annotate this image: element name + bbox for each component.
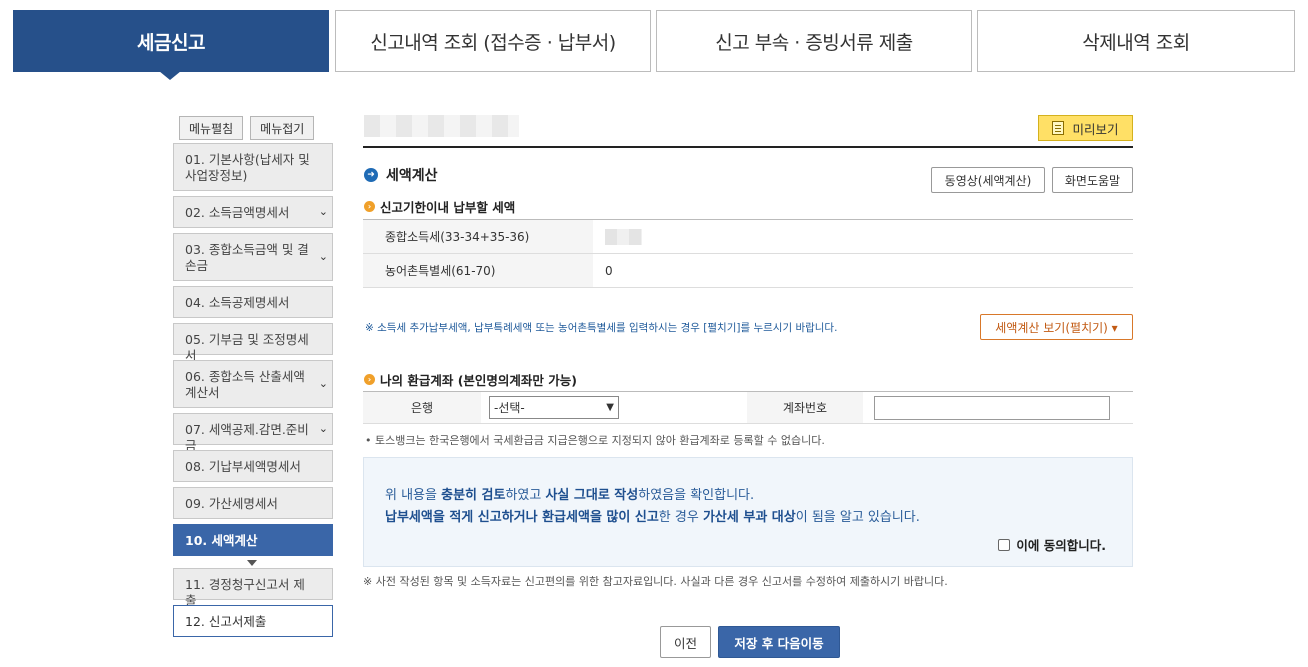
agree-control[interactable]: 이에 동의합니다.	[998, 535, 1106, 554]
section-title-text: 세액계산	[386, 168, 438, 184]
tax-due-title: › 신고기한이내 납부할 세액	[364, 197, 515, 216]
account-number-input[interactable]	[874, 395, 1110, 420]
table-row: 농어촌특별세(61-70) 0	[363, 254, 1133, 288]
table-row: 종합소득세(33-34+35-36)	[363, 220, 1133, 254]
menu-expand-button[interactable]: 메뉴펼침	[179, 116, 244, 140]
confirm-emphasis: 가산세 부과 대상	[702, 510, 796, 525]
footer-notice: ※ 사전 작성된 항목 및 소득자료는 신고편의를 위한 참고자료입니다. 사실…	[363, 575, 948, 588]
confirm-text: 하였고	[505, 488, 546, 503]
confirm-text: 한 경우	[658, 510, 703, 525]
sidebar-item-total-income[interactable]: 03. 종합소득금액 및 결손금 ⌄	[173, 233, 333, 281]
refund-account-title-text: 나의 환급계좌 (본인명의계좌만 가능)	[380, 373, 577, 388]
sidebar-item-label: 09. 가산세명세서	[185, 496, 278, 511]
chevron-down-icon: ⌄	[318, 205, 328, 218]
income-tax-label: 종합소득세(33-34+35-36)	[363, 220, 593, 253]
arrow-right-icon: ➜	[364, 168, 378, 182]
tab-supporting-documents[interactable]: 신고 부속 · 증빙서류 제출	[656, 10, 972, 72]
sidebar-item-submit-return[interactable]: 12. 신고서제출	[173, 605, 333, 637]
header-divider	[363, 146, 1133, 148]
tax-due-title-text: 신고기한이내 납부할 세액	[380, 200, 516, 215]
confirm-text: 하였음을 확인합니다.	[638, 488, 755, 503]
sidebar-item-income-statement[interactable]: 02. 소득금액명세서 ⌄	[173, 196, 333, 228]
sidebar-item-label: 06. 종합소득 산출세액계산서	[185, 369, 305, 400]
toss-bank-notice: • 토스뱅크는 한국은행에서 국세환급금 지급은행으로 지정되지 않아 환급계좌…	[365, 434, 825, 447]
chevron-down-icon: ⌄	[318, 377, 328, 390]
screen-help-button[interactable]: 화면도움말	[1052, 167, 1133, 193]
step-arrow-icon	[247, 560, 257, 566]
expand-tax-calculation-button[interactable]: 세액계산 보기(펼치기) ▾	[980, 314, 1133, 340]
confirm-line-1: 위 내용을 충분히 검토하였고 사실 그대로 작성하였음을 확인합니다.	[385, 484, 754, 503]
sidebar-item-label: 11. 경정청구신고서 제출	[185, 577, 305, 608]
confirm-line-2: 납부세액을 적게 신고하거나 환급세액을 많이 신고한 경우 가산세 부과 대상…	[385, 506, 920, 525]
sidebar-item-label: 08. 기납부세액명세서	[185, 459, 301, 474]
sidebar-item-label: 01. 기본사항(납세자 및 사업장정보)	[185, 152, 310, 183]
bullet-arrow-icon: ›	[364, 201, 375, 212]
sidebar-item-label: 03. 종합소득금액 및 결손금	[185, 242, 309, 273]
tax-due-table: 종합소득세(33-34+35-36) 농어촌특별세(61-70) 0	[363, 219, 1133, 288]
chevron-down-icon: ⌄	[318, 250, 328, 263]
sidebar-item-label: 07. 세액공제.감면.준비금	[185, 422, 309, 453]
confirmation-box: 위 내용을 충분히 검토하였고 사실 그대로 작성하였음을 확인합니다. 납부세…	[363, 457, 1133, 567]
confirm-emphasis: 납부세액을 적게 신고하거나 환급세액을 많이 신고	[385, 510, 659, 525]
sidebar-item-prepaid-tax[interactable]: 08. 기납부세액명세서	[173, 450, 333, 482]
additional-tax-notice: ※ 소득세 추가납부세액, 납부특례세액 또는 농어촌특별세를 입력하시는 경우…	[365, 322, 838, 334]
confirm-text: 이 됨을 알고 있습니다.	[795, 510, 920, 525]
agree-label: 이에 동의합니다.	[1016, 538, 1106, 553]
save-next-button[interactable]: 저장 후 다음이동	[718, 626, 840, 658]
income-tax-value-redacted	[605, 228, 642, 245]
bank-select[interactable]: -선택- ▼	[489, 396, 619, 419]
sidebar-item-label: 12. 신고서제출	[185, 614, 267, 629]
sidebar-item-basic-info[interactable]: 01. 기본사항(납세자 및 사업장정보)	[173, 143, 333, 191]
sidebar-item-label: 04. 소득공제명세서	[185, 295, 290, 310]
sidebar-item-donation-statement[interactable]: 05. 기부금 및 조정명세서	[173, 323, 333, 363]
agree-checkbox[interactable]	[998, 538, 1011, 551]
rural-tax-value: 0	[605, 263, 613, 278]
bank-label: 은행	[363, 392, 481, 423]
sidebar-item-penalty-tax[interactable]: 09. 가산세명세서	[173, 487, 333, 519]
menu-controls: 메뉴펼침 메뉴접기	[179, 116, 315, 140]
taxpayer-name-redacted	[364, 115, 519, 137]
income-tax-value	[593, 220, 1133, 253]
bank-select-value: -선택-	[494, 401, 525, 415]
tab-filing-history[interactable]: 신고내역 조회 (접수증 · 납부서)	[335, 10, 651, 72]
sidebar-item-correction-claim[interactable]: 11. 경정청구신고서 제출	[173, 568, 333, 608]
sidebar-item-label: 05. 기부금 및 조정명세서	[185, 332, 309, 363]
menu-collapse-button[interactable]: 메뉴접기	[250, 116, 315, 140]
document-icon	[1052, 121, 1065, 135]
previous-button[interactable]: 이전	[660, 626, 711, 658]
sidebar-item-deduction-statement[interactable]: 04. 소득공제명세서	[173, 286, 333, 318]
video-help-button[interactable]: 동영상(세액계산)	[931, 167, 1045, 193]
confirm-text: 위 내용을	[385, 488, 442, 503]
bullet-arrow-icon: ›	[364, 374, 375, 385]
preview-button-label: 미리보기	[1072, 121, 1119, 137]
section-title: ➜ 세액계산	[364, 165, 438, 185]
chevron-down-icon: ⌄	[318, 422, 328, 435]
sidebar-item-tax-credit[interactable]: 07. 세액공제.감면.준비금 ⌄	[173, 413, 333, 453]
top-tab-bar: 세금신고 신고내역 조회 (접수증 · 납부서) 신고 부속 · 증빙서류 제출…	[13, 10, 1295, 72]
confirm-emphasis: 충분히 검토	[441, 488, 506, 503]
active-tab-indicator	[159, 71, 181, 80]
refund-account-table: 은행 -선택- ▼ 계좌번호	[363, 391, 1133, 424]
preview-button[interactable]: 미리보기	[1038, 115, 1133, 141]
chevron-down-icon: ▼	[606, 402, 614, 413]
refund-account-title: › 나의 환급계좌 (본인명의계좌만 가능)	[364, 370, 577, 389]
account-number-label: 계좌번호	[747, 392, 863, 423]
sidebar-item-calculated-tax[interactable]: 06. 종합소득 산출세액계산서 ⌄	[173, 360, 333, 408]
sidebar-item-tax-calculation[interactable]: 10. 세액계산	[173, 524, 333, 556]
confirm-emphasis: 사실 그대로 작성	[545, 488, 639, 503]
tab-deleted-history[interactable]: 삭제내역 조회	[977, 10, 1295, 72]
sidebar-item-label: 02. 소득금액명세서	[185, 205, 290, 220]
rural-tax-label: 농어촌특별세(61-70)	[363, 254, 593, 287]
sidebar-item-label: 10. 세액계산	[185, 533, 258, 548]
tab-tax-filing[interactable]: 세금신고	[13, 10, 329, 72]
